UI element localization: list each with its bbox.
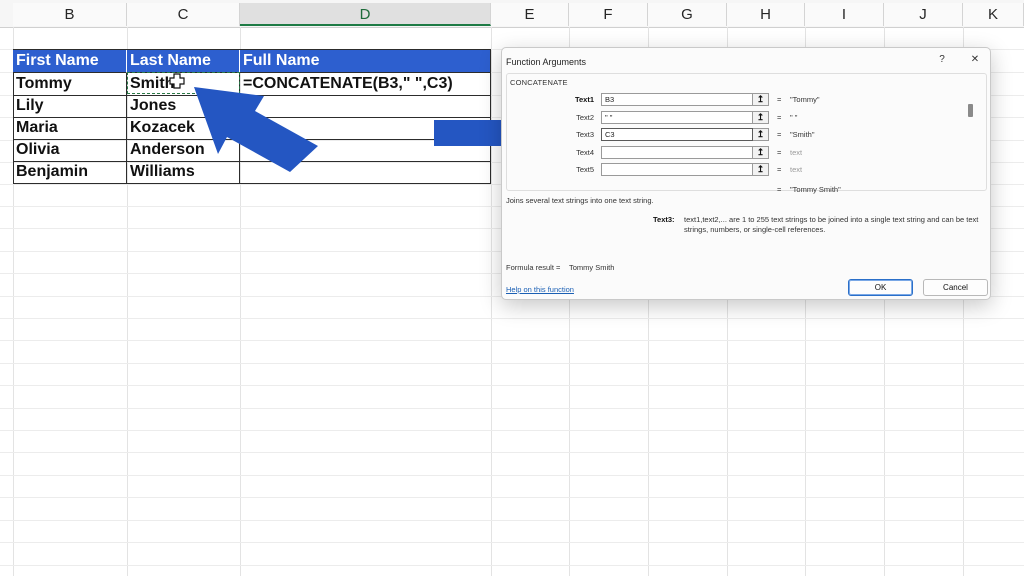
arg-label-text5: Text5: [576, 165, 594, 174]
equals-sign: =: [777, 95, 782, 104]
collapse-dialog-icon[interactable]: ↥: [753, 111, 769, 124]
arg-label-text2: Text2: [576, 113, 594, 122]
arrow-to-smith-icon: [194, 87, 318, 172]
collapse-dialog-icon[interactable]: ↥: [753, 93, 769, 106]
close-icon[interactable]: ✕: [967, 53, 983, 67]
cancel-button[interactable]: Cancel: [923, 279, 988, 296]
arg-result-text3: "Smith": [790, 130, 815, 139]
help-icon[interactable]: ?: [934, 53, 950, 67]
arg-input-text2[interactable]: " ": [601, 111, 753, 124]
formula-result-value: Tommy Smith: [569, 263, 615, 272]
arg-label-text1: Text1: [574, 95, 594, 104]
arg-result-text4: text: [790, 148, 803, 157]
arg-result-text5: text: [790, 165, 803, 174]
collapse-dialog-icon[interactable]: ↥: [753, 128, 769, 141]
equals-sign: =: [777, 165, 782, 174]
arg-result-text1: "Tommy": [790, 95, 820, 104]
equals-sign: =: [777, 148, 782, 157]
equals-sign: =: [777, 130, 782, 139]
arg-input-text4[interactable]: [601, 146, 753, 159]
arg-help-text: text1,text2,... are 1 to 255 text string…: [684, 215, 979, 234]
dialog-title: Function Arguments: [506, 57, 587, 67]
help-on-function-link[interactable]: Help on this function: [506, 285, 574, 294]
formula-result-label: Formula result =: [506, 263, 561, 272]
arg-input-text1[interactable]: B3: [601, 93, 753, 106]
arg-label-text4: Text4: [576, 148, 594, 157]
scrollbar-thumb[interactable]: [968, 104, 973, 117]
collapse-dialog-icon[interactable]: ↥: [753, 163, 769, 176]
arg-input-text5[interactable]: [601, 163, 753, 176]
equals-sign: =: [777, 185, 782, 194]
arg-result-text2: " ": [790, 113, 798, 122]
function-arguments-dialog[interactable]: Function Arguments ? ✕ CONCATENATE Text1…: [501, 47, 991, 300]
arg-label-text3: Text3: [576, 130, 594, 139]
ok-button[interactable]: OK: [848, 279, 913, 296]
equals-sign: =: [777, 113, 782, 122]
arg-help-name: Text3:: [653, 215, 675, 224]
collapse-dialog-icon[interactable]: ↥: [753, 146, 769, 159]
function-description: Joins several text strings into one text…: [506, 196, 654, 205]
function-name: CONCATENATE: [510, 78, 568, 87]
arg-input-text3[interactable]: C3: [601, 128, 753, 141]
overall-result: "Tommy Smith": [790, 185, 841, 194]
